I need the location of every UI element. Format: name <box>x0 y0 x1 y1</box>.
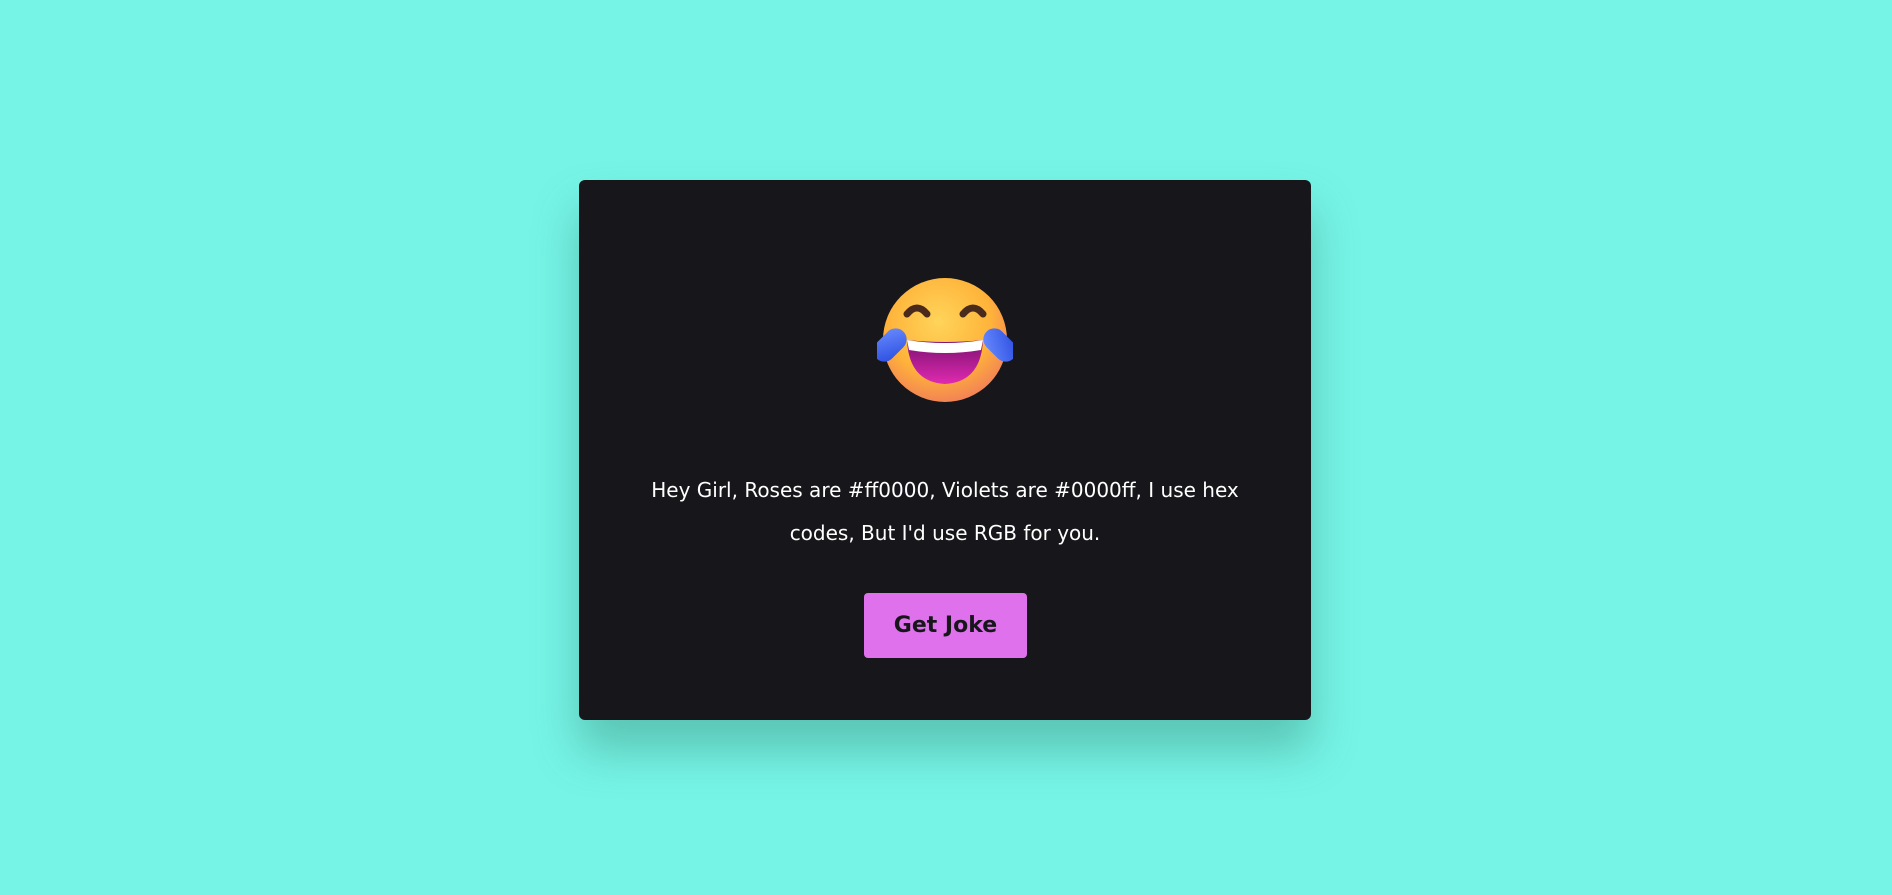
joke-card: Hey Girl, Roses are #ff0000, Violets are… <box>579 180 1311 720</box>
get-joke-button[interactable]: Get Joke <box>864 593 1027 658</box>
face-with-tears-of-joy-icon <box>877 278 1013 402</box>
joke-text: Hey Girl, Roses are #ff0000, Violets are… <box>651 478 1239 545</box>
